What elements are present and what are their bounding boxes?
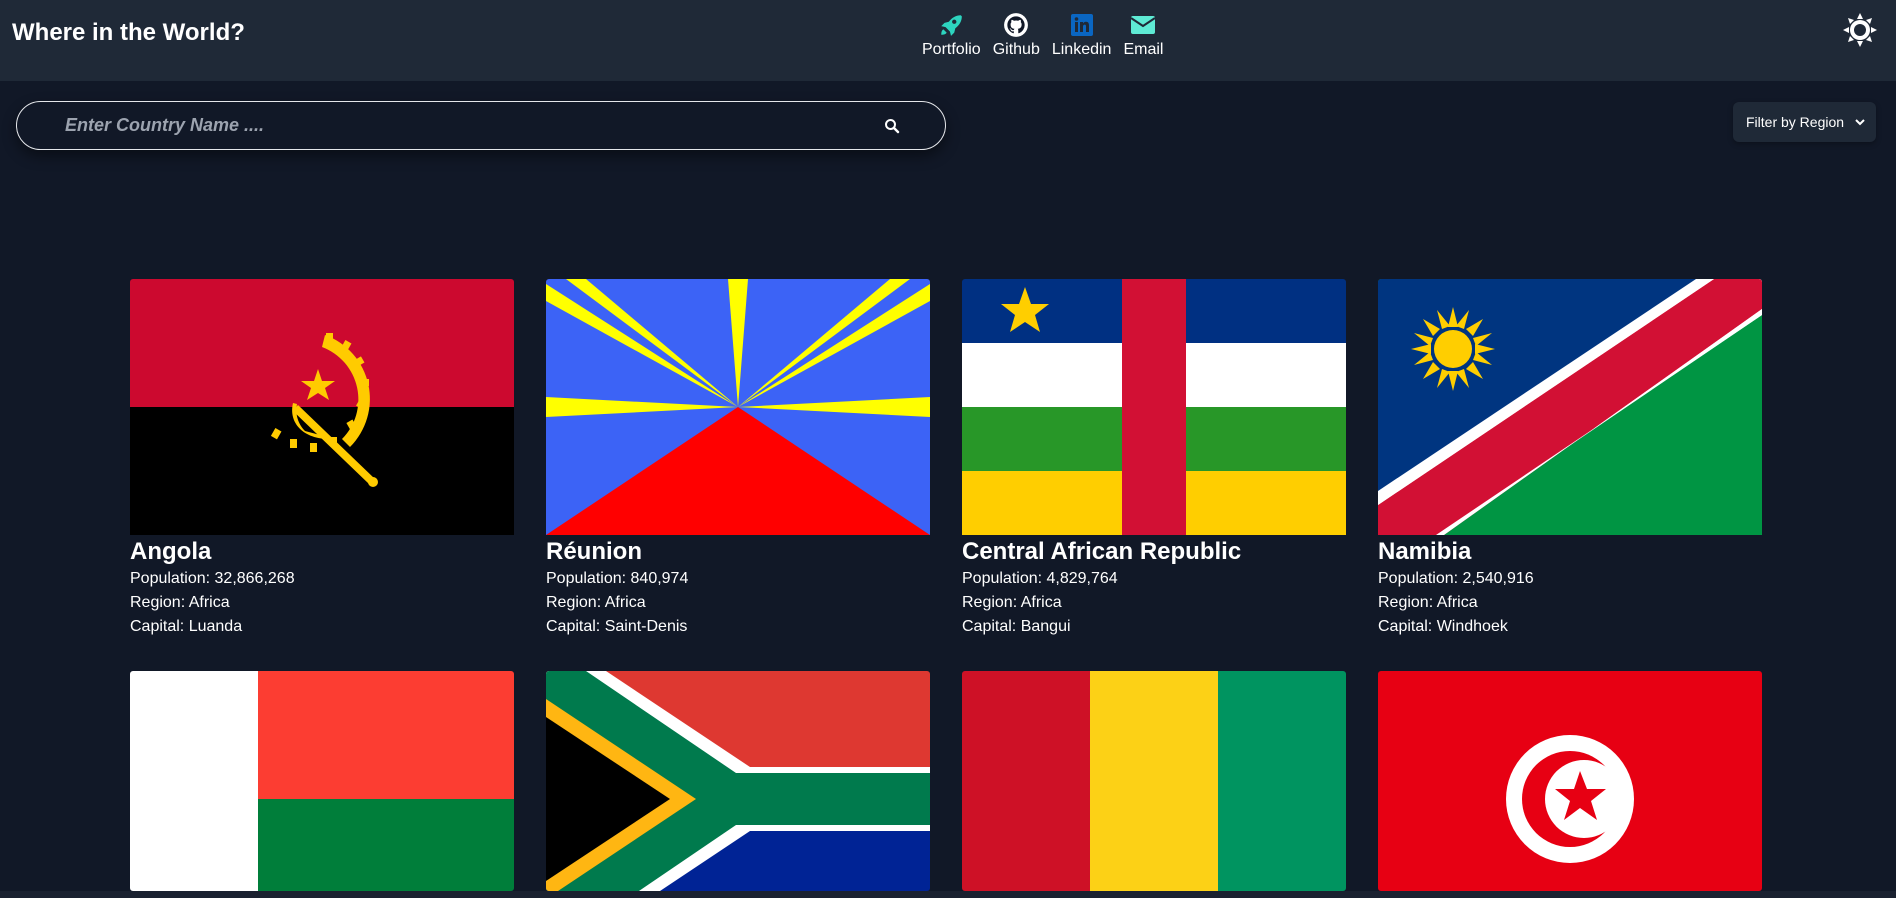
flag-image xyxy=(962,671,1346,891)
card-body: Namibia Population: 2,540,916 Region: Af… xyxy=(1378,535,1762,641)
capital-row: Capital: Bangui xyxy=(962,615,1346,639)
search-bar xyxy=(16,101,946,150)
capital-label: Capital: xyxy=(1378,618,1433,635)
capital-value: Luanda xyxy=(188,618,243,635)
linkedin-label: Linkedin xyxy=(1051,41,1112,58)
population-row: Population: 840,974 xyxy=(546,567,930,591)
envelope-icon xyxy=(1130,12,1157,38)
region-row: Region: Africa xyxy=(546,591,930,615)
region-row: Region: Africa xyxy=(962,591,1346,615)
population-value: 840,974 xyxy=(630,570,689,587)
flag-image xyxy=(130,279,514,535)
region-label: Region: xyxy=(962,594,1018,611)
flag-image xyxy=(130,671,514,891)
capital-value: Bangui xyxy=(1020,618,1071,635)
region-value: Africa xyxy=(1020,594,1062,611)
capital-label: Capital: xyxy=(130,618,185,635)
population-value: 4,829,764 xyxy=(1046,570,1118,587)
population-label: Population: xyxy=(130,570,211,587)
country-card[interactable] xyxy=(130,671,514,891)
flag-image xyxy=(546,279,930,535)
country-name: Réunion xyxy=(546,538,642,565)
card-body: Angola Population: 32,866,268 Region: Af… xyxy=(130,535,514,641)
region-value: Africa xyxy=(188,594,230,611)
region-label: Region: xyxy=(546,594,602,611)
capital-value: Saint-Denis xyxy=(604,618,688,635)
capital-row: Capital: Luanda xyxy=(130,615,514,639)
social-links: Portfolio Github Linkedin Email xyxy=(922,12,1175,59)
horizontal-scrollbar[interactable] xyxy=(0,891,1896,898)
region-value: Africa xyxy=(604,594,646,611)
region-filter-label: Filter by Region xyxy=(1746,114,1845,130)
country-name: Namibia xyxy=(1378,538,1472,565)
flag-image xyxy=(546,671,930,891)
linkedin-icon xyxy=(1069,12,1095,38)
linkedin-link[interactable]: Linkedin xyxy=(1051,12,1112,59)
flag-image xyxy=(1378,279,1762,535)
flag-image xyxy=(1378,671,1762,891)
region-filter-select[interactable]: Filter by Region xyxy=(1733,102,1876,142)
country-card[interactable] xyxy=(546,671,930,891)
capital-row: Capital: Saint-Denis xyxy=(546,615,930,639)
card-body: Réunion Population: 840,974 Region: Afri… xyxy=(546,535,930,641)
region-label: Region: xyxy=(130,594,186,611)
population-value: 32,866,268 xyxy=(214,570,295,587)
portfolio-link[interactable]: Portfolio xyxy=(922,12,981,59)
capital-label: Capital: xyxy=(962,618,1017,635)
flag-image xyxy=(962,279,1346,535)
population-label: Population: xyxy=(1378,570,1459,587)
country-card[interactable]: Réunion Population: 840,974 Region: Afri… xyxy=(546,279,930,641)
country-card[interactable]: Namibia Population: 2,540,916 Region: Af… xyxy=(1378,279,1762,641)
population-row: Population: 4,829,764 xyxy=(962,567,1346,591)
country-card[interactable] xyxy=(962,671,1346,891)
population-label: Population: xyxy=(962,570,1043,587)
country-name: Angola xyxy=(130,538,212,565)
region-row: Region: Africa xyxy=(130,591,514,615)
portfolio-label: Portfolio xyxy=(922,41,981,58)
app-header: Where in the World? Portfolio Github Lin… xyxy=(0,0,1896,81)
search-icon xyxy=(885,118,900,133)
rocket-icon xyxy=(938,12,964,38)
github-icon xyxy=(1003,12,1029,38)
population-row: Population: 32,866,268 xyxy=(130,567,514,591)
chevron-down-icon xyxy=(1854,115,1866,131)
region-value: Africa xyxy=(1436,594,1478,611)
population-row: Population: 2,540,916 xyxy=(1378,567,1762,591)
country-name: Central African Republic xyxy=(962,538,1242,565)
capital-value: Windhoek xyxy=(1436,618,1508,635)
app-title: Where in the World? xyxy=(12,19,245,46)
search-button[interactable] xyxy=(877,111,907,141)
capital-label: Capital: xyxy=(546,618,601,635)
github-link[interactable]: Github xyxy=(993,12,1040,59)
card-body: Central African Republic Population: 4,8… xyxy=(962,535,1346,641)
search-input[interactable] xyxy=(17,102,877,149)
country-card[interactable]: Central African Republic Population: 4,8… xyxy=(962,279,1346,641)
population-label: Population: xyxy=(546,570,627,587)
theme-toggle-button[interactable] xyxy=(1842,12,1878,53)
region-label: Region: xyxy=(1378,594,1434,611)
email-link[interactable]: Email xyxy=(1123,12,1163,59)
email-label: Email xyxy=(1123,41,1164,58)
population-value: 2,540,916 xyxy=(1462,570,1534,587)
github-label: Github xyxy=(992,41,1040,58)
sun-icon xyxy=(1842,12,1878,53)
capital-row: Capital: Windhoek xyxy=(1378,615,1762,639)
country-card[interactable] xyxy=(1378,671,1762,891)
country-card[interactable]: Angola Population: 32,866,268 Region: Af… xyxy=(130,279,514,641)
region-row: Region: Africa xyxy=(1378,591,1762,615)
